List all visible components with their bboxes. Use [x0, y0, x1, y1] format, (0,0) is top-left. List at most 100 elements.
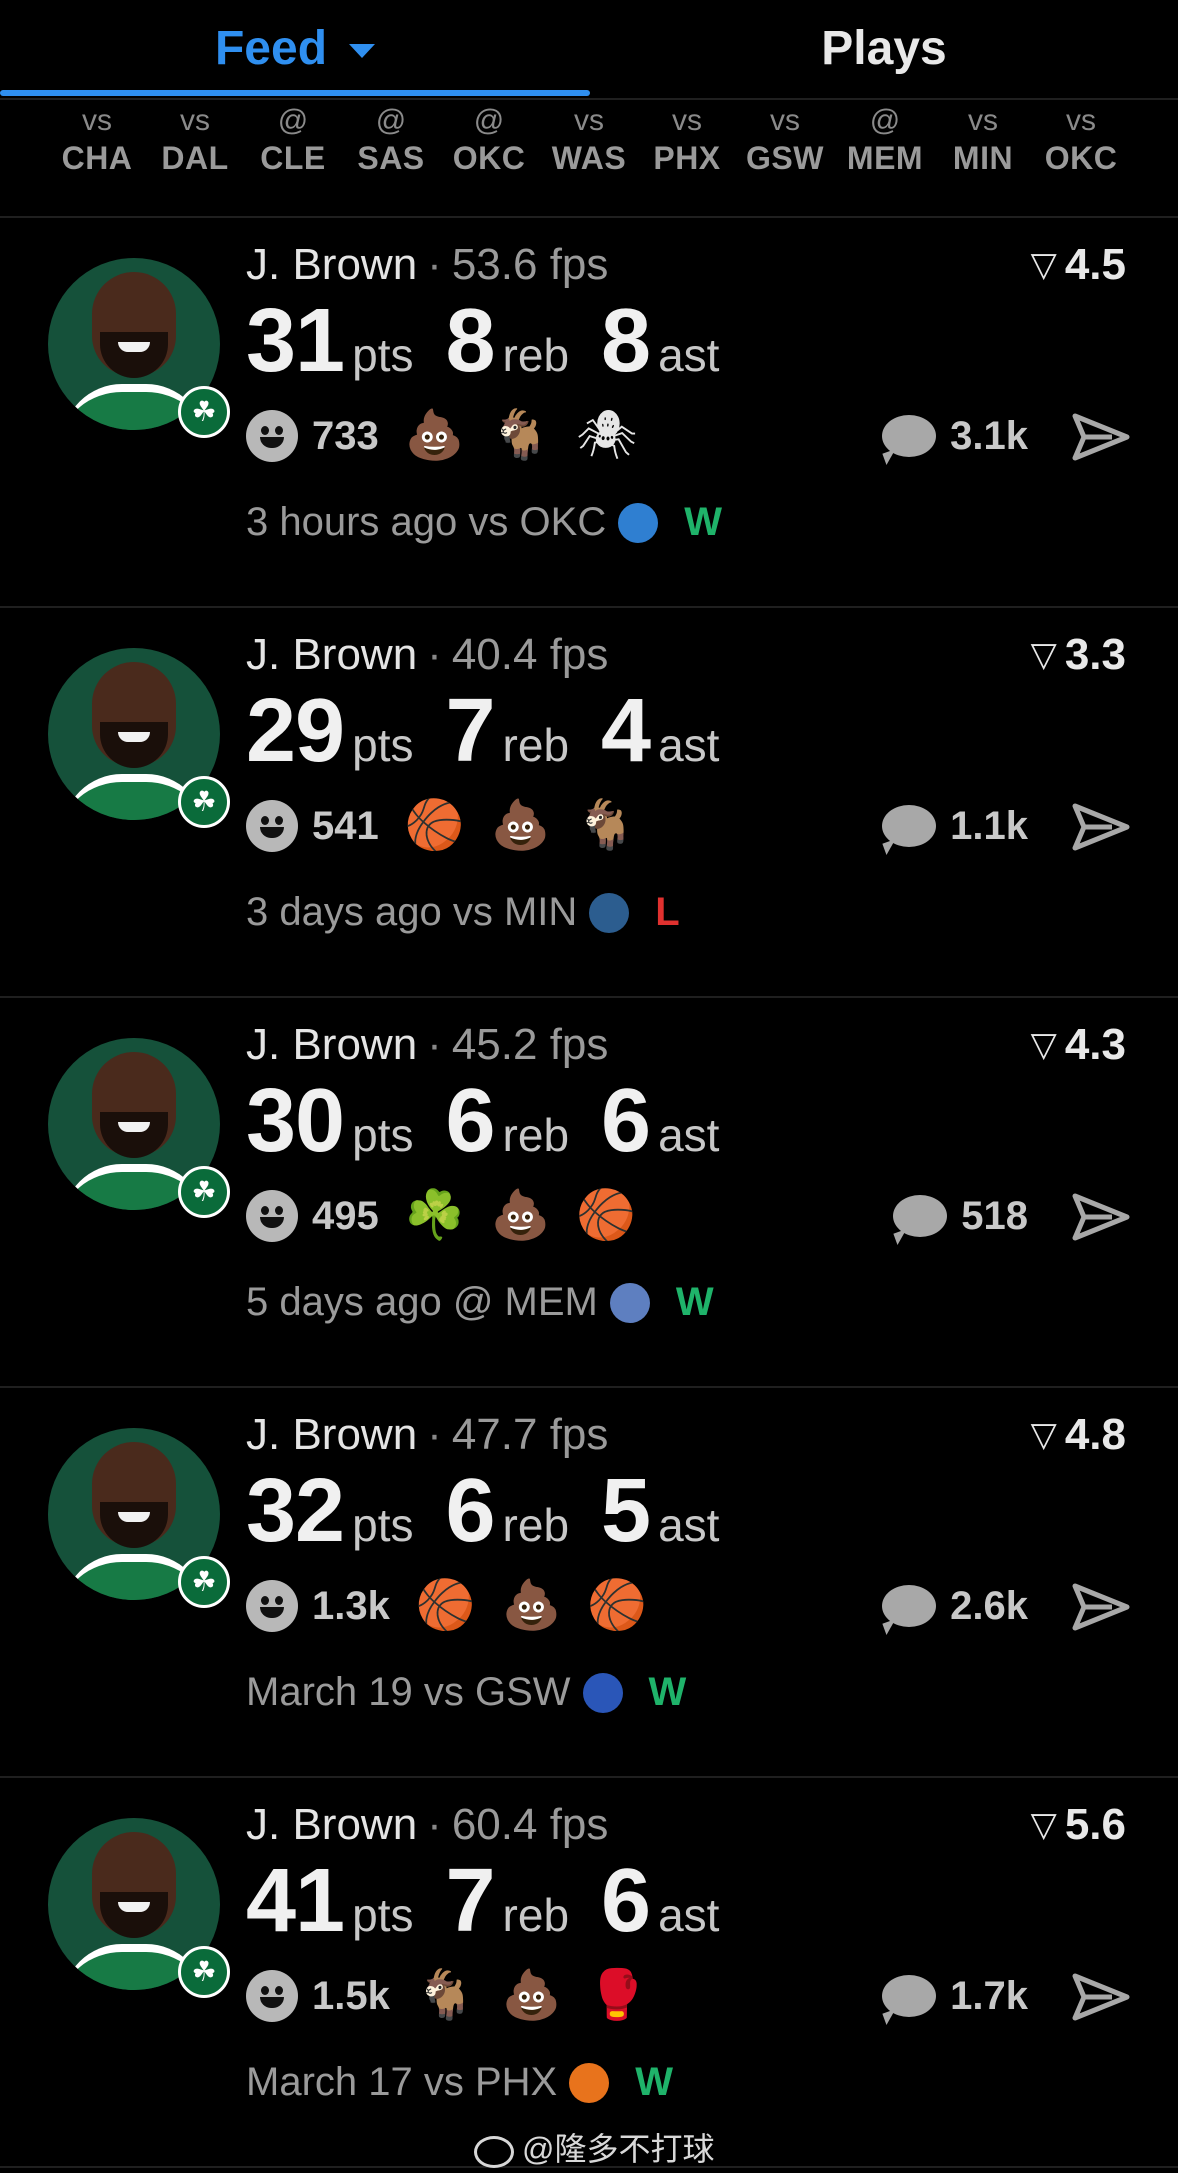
opponent[interactable]: vs OKC [468, 500, 606, 545]
send-icon[interactable] [1072, 802, 1130, 852]
reaction-emoji[interactable]: 🐐 [491, 406, 551, 466]
reaction-emoji[interactable]: 🏀 [405, 796, 465, 856]
rebounds-value: 6 [445, 1461, 495, 1561]
send-icon[interactable] [1072, 1972, 1130, 2022]
player-name[interactable]: J. Brown [246, 630, 417, 679]
reactions-row: 495 ☘️ 💩 🏀 [246, 1186, 662, 1246]
comments-button[interactable]: 1.1k [882, 796, 1028, 856]
opponent[interactable]: vs GSW [424, 1670, 571, 1715]
game-result: W [648, 1670, 687, 1714]
rating[interactable]: ▽ 5.6 [1031, 1800, 1126, 1850]
tab-feed[interactable]: Feed [0, 0, 590, 96]
smiley-face-icon[interactable] [246, 1970, 298, 2022]
schedule-game-location: vs [1066, 104, 1096, 137]
comment-bubble-icon [893, 1195, 948, 1237]
reaction-emoji[interactable]: 🐐 [576, 796, 636, 856]
assists-stat: 6 ast [601, 1070, 719, 1173]
schedule-game[interactable]: vs DAL [146, 100, 244, 178]
rating[interactable]: ▽ 3.3 [1031, 630, 1126, 680]
player-line: J. Brown · 53.6 fps [246, 240, 608, 290]
game-card[interactable]: ☘ J. Brown · 60.4 fps ▽ 5.6 41 pts 7 reb 6 ast 1.5k 🐐… [0, 1778, 1178, 2168]
assists-stat: 6 ast [601, 1850, 719, 1953]
game-meta: 3 days ago vs MIN L [246, 890, 680, 935]
assists-stat: 5 ast [601, 1460, 719, 1563]
reaction-emoji[interactable]: 💩 [502, 1966, 562, 2026]
reaction-count: 1.3k [312, 1583, 390, 1628]
schedule-game[interactable]: @ OKC [440, 100, 538, 178]
comments-button[interactable]: 1.7k [882, 1966, 1028, 2026]
schedule-game-team: CLE [260, 140, 326, 176]
smiley-face-icon[interactable] [246, 1190, 298, 1242]
chevron-down-icon[interactable] [349, 44, 376, 58]
game-card[interactable]: ☘ J. Brown · 47.7 fps ▽ 4.8 32 pts 6 reb 5 ast 1.3k 🏀… [0, 1388, 1178, 1778]
reaction-emoji[interactable]: 💩 [405, 406, 465, 466]
schedule-game[interactable]: vs PHX [638, 100, 736, 178]
tab-plays[interactable]: Plays [590, 0, 1178, 96]
reaction-emoji[interactable]: 🥊 [587, 1966, 647, 2026]
schedule-game[interactable]: vs GSW [736, 100, 834, 178]
reaction-emoji[interactable]: 🏀 [587, 1576, 647, 1636]
comments-button[interactable]: 518 [893, 1186, 1028, 1246]
points-stat: 30 pts [246, 1070, 413, 1173]
reaction-emoji[interactable]: 🏀 [576, 1186, 636, 1246]
game-card[interactable]: ☘ J. Brown · 53.6 fps ▽ 4.5 31 pts 8 reb 8 ast 733 💩 🐐… [0, 218, 1178, 608]
reaction-emoji[interactable]: 🐐 [416, 1966, 476, 2026]
team-logo-icon: ☘ [178, 1166, 230, 1218]
schedule-game[interactable]: @ SAS [342, 100, 440, 178]
rebounds-label: reb [502, 1109, 570, 1161]
game-meta: 5 days ago @ MEM W [246, 1280, 714, 1325]
comments-button[interactable]: 2.6k [882, 1576, 1028, 1636]
opponent[interactable]: vs MIN [453, 890, 577, 935]
game-time: 3 hours ago [246, 500, 458, 544]
rating[interactable]: ▽ 4.3 [1031, 1020, 1126, 1070]
reaction-emoji[interactable]: 🏀 [416, 1576, 476, 1636]
send-icon[interactable] [1072, 1192, 1130, 1242]
smiley-face-icon[interactable] [246, 800, 298, 852]
player-name[interactable]: J. Brown [246, 1800, 417, 1849]
schedule-game[interactable]: vs CHA [48, 100, 146, 178]
rating-value: 4.3 [1064, 1020, 1126, 1069]
schedule-game[interactable]: @ CLE [244, 100, 342, 178]
watermark: @隆多不打球 [474, 2124, 715, 2170]
comment-bubble-icon [882, 1585, 937, 1627]
opponent-logo-icon [618, 502, 659, 543]
reaction-emoji[interactable]: ☘️ [405, 1186, 465, 1246]
reactions-row: 1.3k 🏀 💩 🏀 [246, 1576, 673, 1636]
rating[interactable]: ▽ 4.5 [1031, 240, 1126, 290]
reaction-emoji[interactable]: 💩 [491, 1186, 551, 1246]
schedule-game-team: WAS [551, 140, 627, 176]
schedule-game-team: OKC [1044, 140, 1118, 176]
game-meta: March 17 vs PHX W [246, 2060, 673, 2105]
schedule-game[interactable]: vs MIN [934, 100, 1032, 178]
player-name[interactable]: J. Brown [246, 240, 417, 289]
assists-stat: 8 ast [601, 290, 719, 393]
send-icon[interactable] [1072, 412, 1130, 462]
smiley-face-icon[interactable] [246, 410, 298, 462]
schedule-game[interactable]: vs OKC [1032, 100, 1130, 178]
reaction-emoji[interactable]: 💩 [491, 796, 551, 856]
send-icon[interactable] [1072, 1582, 1130, 1632]
schedule-game-team: OKC [452, 140, 526, 176]
schedule-game-location: @ [277, 104, 309, 137]
rating[interactable]: ▽ 4.8 [1031, 1410, 1126, 1460]
player-line: J. Brown · 47.7 fps [246, 1410, 608, 1460]
schedule-game-location: vs [180, 104, 210, 137]
assists-label: ast [658, 719, 720, 771]
filter-icon: ▽ [1030, 1416, 1057, 1454]
schedule-game-location: vs [770, 104, 800, 137]
game-card[interactable]: ☘ J. Brown · 40.4 fps ▽ 3.3 29 pts 7 reb 4 ast 541 🏀 💩… [0, 608, 1178, 998]
reaction-emoji[interactable]: 🕷 [576, 406, 637, 466]
reaction-emoji[interactable]: 💩 [502, 1576, 562, 1636]
player-name[interactable]: J. Brown [246, 1410, 417, 1459]
reaction-count: 1.5k [312, 1973, 390, 2018]
schedule-game[interactable]: @ MEM [836, 100, 934, 178]
game-card[interactable]: ☘ J. Brown · 45.2 fps ▽ 4.3 30 pts 6 reb 6 ast 495 ☘️… [0, 998, 1178, 1388]
opponent[interactable]: @ MEM [453, 1280, 598, 1325]
comments-button[interactable]: 3.1k [882, 406, 1028, 466]
smiley-face-icon[interactable] [246, 1580, 298, 1632]
opponent[interactable]: vs PHX [424, 2060, 557, 2105]
player-name[interactable]: J. Brown [246, 1020, 417, 1069]
schedule-game[interactable]: vs WAS [540, 100, 638, 178]
assists-value: 8 [601, 291, 651, 391]
rating-value: 5.6 [1064, 1800, 1126, 1849]
